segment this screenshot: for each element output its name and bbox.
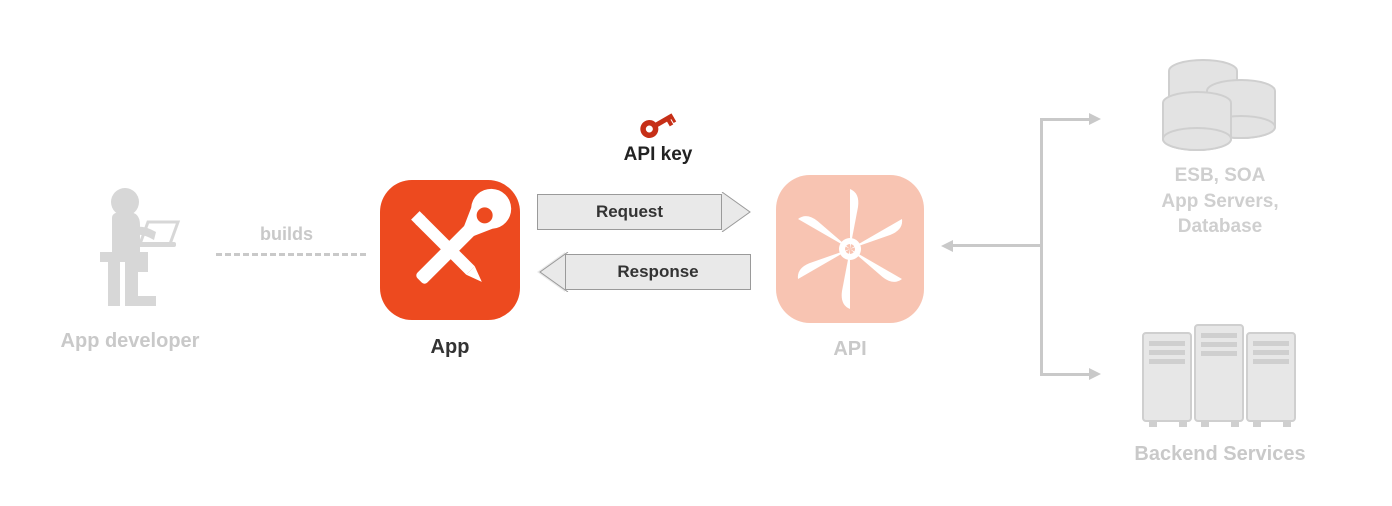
- builds-label: builds: [260, 224, 313, 245]
- api-icon: [770, 169, 930, 329]
- builds-connector: [216, 253, 366, 256]
- api-label: API: [770, 338, 930, 361]
- response-arrow: Response: [537, 252, 752, 292]
- backend-desc2: App Servers,: [1110, 189, 1330, 215]
- servers-icon: [1135, 315, 1305, 435]
- request-arrow: Request: [537, 192, 752, 232]
- api-node: API: [770, 169, 930, 361]
- developer-label: App developer: [60, 330, 200, 353]
- api-key-label: API key: [598, 144, 718, 166]
- backend-desc1: ESB, SOA: [1110, 163, 1330, 189]
- api-key-group: API key: [598, 108, 718, 166]
- developer-icon: [70, 180, 190, 330]
- request-label: Request: [596, 202, 663, 222]
- backend-servers: Backend Services: [1110, 315, 1330, 466]
- key-icon: [637, 108, 679, 140]
- developer-node: App developer: [60, 180, 200, 353]
- app-node: App: [375, 175, 525, 359]
- backend-desc3: Database: [1110, 214, 1330, 240]
- app-icon: [375, 175, 525, 325]
- backend-db: ESB, SOA App Servers, Database: [1110, 55, 1330, 240]
- response-label: Response: [617, 262, 698, 282]
- database-icon: [1155, 55, 1285, 155]
- app-label: App: [375, 336, 525, 359]
- backend-label: Backend Services: [1110, 443, 1330, 466]
